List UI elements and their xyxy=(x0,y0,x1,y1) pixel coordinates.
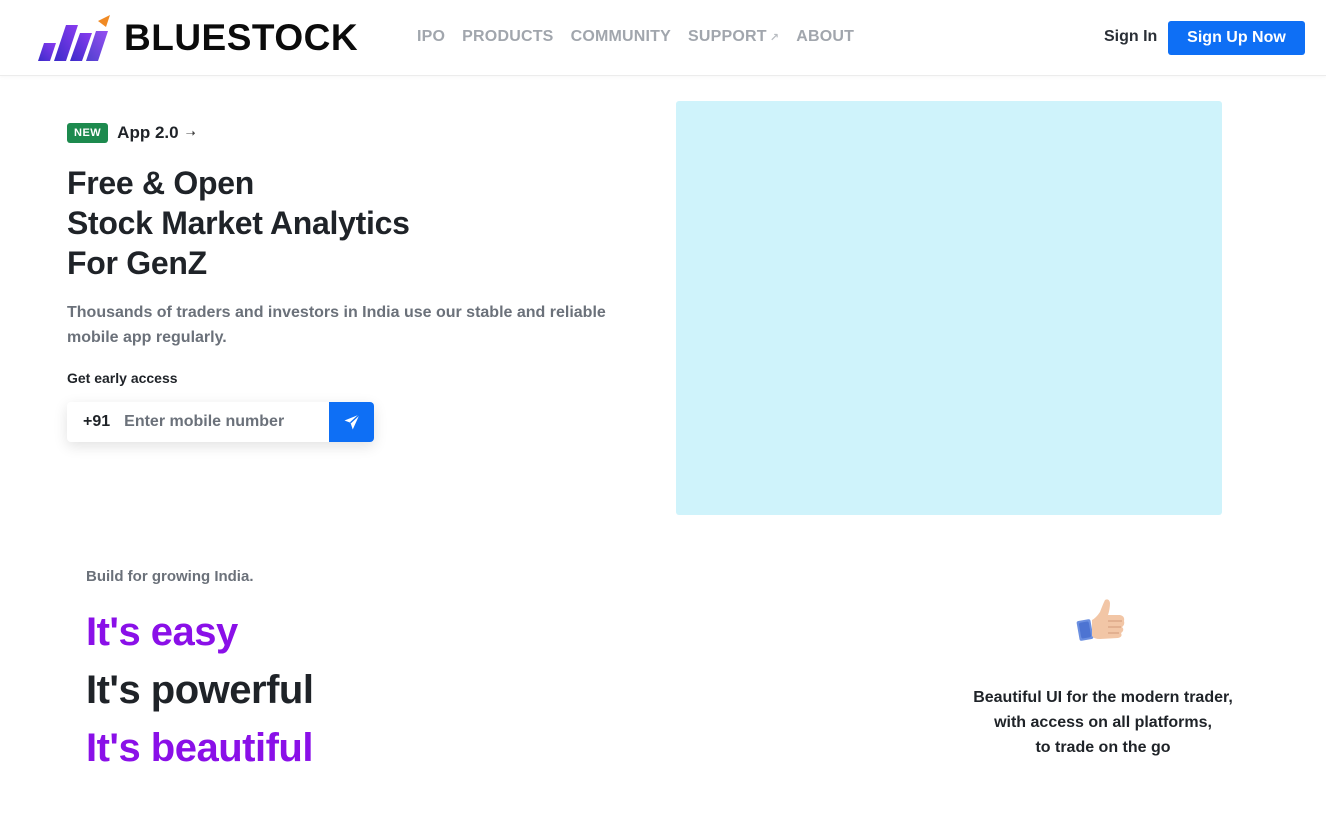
nav-item-label: ABOUT xyxy=(796,28,855,45)
slogan-powerful: It's powerful xyxy=(86,668,314,712)
sign-up-button[interactable]: Sign Up Now xyxy=(1168,21,1305,55)
hero-title-line: Stock Market Analytics xyxy=(67,205,410,241)
announcement-label: App 2.0 xyxy=(117,123,179,142)
nav-item-ipo[interactable]: IPO xyxy=(417,28,445,46)
early-access-label: Get early access xyxy=(67,370,178,386)
build-tagline: Build for growing India. xyxy=(86,568,254,585)
feature-description: Beautiful UI for the modern trader, with… xyxy=(940,685,1266,760)
nav-item-about[interactable]: ABOUT xyxy=(796,28,854,46)
logo-text: BLUESTOCK xyxy=(124,17,359,58)
mobile-number-input[interactable] xyxy=(124,413,315,431)
site-header: BLUESTOCK IPO PRODUCTS COMMUNITY SUPPORT… xyxy=(0,0,1326,76)
main-nav: IPO PRODUCTS COMMUNITY SUPPORT ↗ ABOUT xyxy=(417,28,871,46)
app-announcement-link[interactable]: NEW App 2.0 ➝ xyxy=(67,123,196,143)
slogan-beautiful: It's beautiful xyxy=(86,726,313,770)
feature-line: to trade on the go xyxy=(1035,739,1171,756)
nav-item-products[interactable]: PRODUCTS xyxy=(462,28,553,46)
submit-phone-button[interactable] xyxy=(329,402,374,442)
arrow-up-right-icon: ↗ xyxy=(769,31,780,44)
nav-item-support[interactable]: SUPPORT ↗ xyxy=(688,28,779,46)
hero-title: Free & Open Stock Market Analytics For G… xyxy=(67,163,410,283)
hero-media-placeholder xyxy=(676,101,1222,515)
country-code: +91 xyxy=(83,413,111,430)
sign-in-link[interactable]: Sign In xyxy=(1104,28,1157,46)
nav-item-label: IPO xyxy=(417,28,446,45)
thumbs-up-icon xyxy=(1076,599,1125,641)
new-badge: NEW xyxy=(67,123,109,143)
hero-title-line: Free & Open xyxy=(67,165,254,201)
hero-subtitle: Thousands of traders and investors in In… xyxy=(67,304,606,346)
paper-plane-icon xyxy=(344,413,360,430)
feature-line: Beautiful UI for the modern trader, xyxy=(973,689,1233,706)
hero-title-line: For GenZ xyxy=(67,245,207,281)
feature-line: with access on all platforms, xyxy=(994,714,1212,731)
slogan-easy: It's easy xyxy=(86,610,238,654)
logo[interactable]: BLUESTOCK xyxy=(36,14,358,62)
nav-item-community[interactable]: COMMUNITY xyxy=(571,28,671,46)
nav-item-label: PRODUCTS xyxy=(462,28,554,45)
bluestock-bars-logo-icon xyxy=(38,15,110,61)
arrow-right-icon: ➝ xyxy=(185,126,196,140)
nav-item-label: SUPPORT xyxy=(688,28,767,45)
phone-signup-form: +91 xyxy=(67,402,374,442)
nav-item-label: COMMUNITY xyxy=(570,28,672,45)
